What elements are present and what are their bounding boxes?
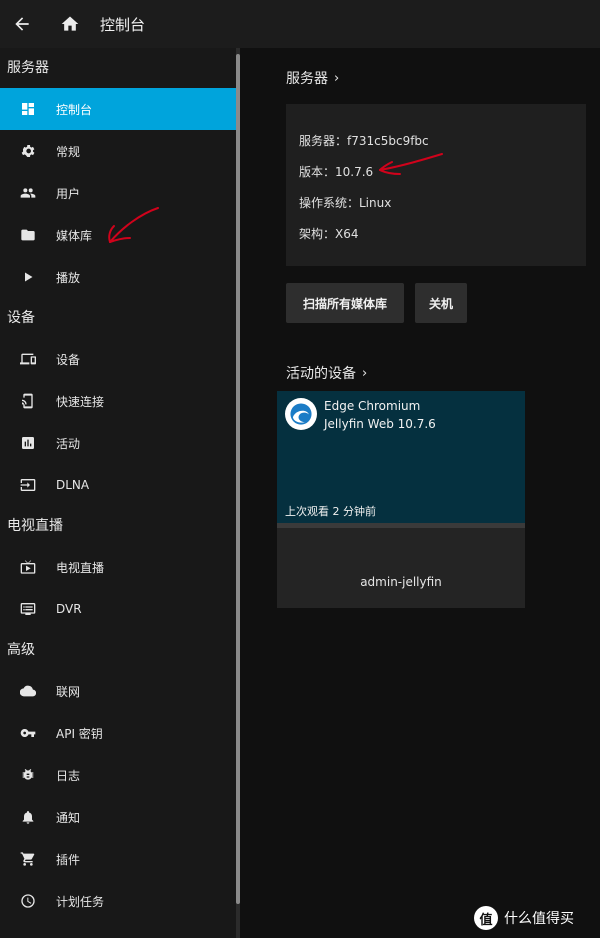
device-app-name: Edge Chromium [324, 399, 421, 413]
gear-icon [20, 143, 36, 159]
active-devices-title: 活动的设备 [286, 366, 356, 382]
main-content: 服务器 › 服务器：f731c5bc9fbc 版本：10.7.6 操作系统：Li… [240, 48, 600, 938]
people-icon [20, 185, 36, 201]
key-icon [20, 725, 36, 741]
sidebar-item-plugins[interactable]: 插件 [0, 838, 236, 880]
sidebar-item-activity[interactable]: 活动 [0, 422, 236, 464]
sidebar-item-general[interactable]: 常规 [0, 130, 236, 172]
device-last-seen: 上次观看 2 分钟前 [285, 505, 376, 518]
home-icon [61, 16, 79, 31]
arrow-left-icon [15, 17, 29, 31]
watermark-logo: 值 [474, 906, 498, 930]
sidebar-item-networking[interactable]: 联网 [0, 670, 236, 712]
sidebar: 服务器 控制台 常规 用户 媒体库 播放 设备 设备 快速连接 活动 DLNA … [0, 48, 236, 938]
sidebar-item-dvr[interactable]: DVR [0, 588, 236, 630]
server-arch: 架构：X64 [299, 227, 359, 241]
bug-icon [20, 767, 36, 783]
sidebar-item-quickconnect[interactable]: 快速连接 [0, 380, 236, 422]
bell-icon [20, 809, 36, 825]
server-version: 版本：10.7.6 [299, 165, 374, 179]
sidebar-item-devices[interactable]: 设备 [0, 338, 236, 380]
sidebar-item-label: 插件 [56, 852, 81, 867]
play-icon [20, 269, 36, 285]
sidebar-item-notifications[interactable]: 通知 [0, 796, 236, 838]
sidebar-item-label: API 密钥 [56, 726, 103, 741]
chevron-right-icon: › [334, 70, 340, 86]
device-card-header: Edge Chromium Jellyfin Web 10.7.6 上次观看 2… [277, 391, 525, 523]
sidebar-item-dlna[interactable]: DLNA [0, 464, 236, 506]
sidebar-item-label: 活动 [56, 436, 81, 451]
device-app-version: Jellyfin Web 10.7.6 [324, 417, 436, 431]
sidebar-item-playback[interactable]: 播放 [0, 256, 236, 298]
sidebar-item-label: 计划任务 [56, 894, 105, 909]
shutdown-button[interactable]: 关机 [415, 283, 467, 323]
sidebar-item-apikeys[interactable]: API 密钥 [0, 712, 236, 754]
edge-browser-icon [285, 398, 317, 430]
sidebar-item-users[interactable]: 用户 [0, 172, 236, 214]
sidebar-item-logs[interactable]: 日志 [0, 754, 236, 796]
cast-icon [20, 393, 36, 409]
server-section-title: 服务器 [286, 71, 328, 87]
sidebar-item-dashboard[interactable]: 控制台 [0, 88, 236, 130]
sidebar-item-label: 常规 [56, 144, 81, 159]
watermark-text: 什么值得买 [504, 911, 574, 927]
live-tv-icon [20, 559, 36, 575]
active-devices-link[interactable]: 活动的设备 › [286, 363, 367, 383]
sidebar-section-advanced: 高级 [7, 642, 35, 658]
scan-all-libraries-button[interactable]: 扫描所有媒体库 [286, 283, 404, 323]
sidebar-item-livetv[interactable]: 电视直播 [0, 546, 236, 588]
sidebar-section-server: 服务器 [7, 60, 49, 76]
sidebar-item-scheduledtasks[interactable]: 计划任务 [0, 880, 236, 922]
sidebar-item-libraries[interactable]: 媒体库 [0, 214, 236, 256]
server-info-card: 服务器：f731c5bc9fbc 版本：10.7.6 操作系统：Linux 架构… [286, 104, 586, 266]
folder-icon [20, 227, 36, 243]
sidebar-item-label: 媒体库 [56, 228, 93, 243]
input-icon [20, 477, 36, 493]
watermark: 值 什么值得买 [474, 906, 574, 930]
device-card[interactable]: Edge Chromium Jellyfin Web 10.7.6 上次观看 2… [277, 391, 525, 608]
app-header: 控制台 [0, 0, 600, 48]
back-button[interactable] [4, 6, 40, 42]
page-title: 控制台 [100, 15, 146, 34]
sidebar-section-livetv: 电视直播 [7, 518, 63, 534]
sidebar-section-devices: 设备 [7, 310, 35, 326]
home-button[interactable] [52, 6, 88, 42]
server-section-link[interactable]: 服务器 › [286, 68, 339, 88]
sidebar-item-label: 快速连接 [56, 394, 105, 409]
device-card-divider [277, 523, 525, 528]
sidebar-item-label: 设备 [56, 352, 81, 367]
devices-icon [20, 351, 36, 367]
chart-icon [20, 435, 36, 451]
cart-icon [20, 851, 36, 867]
chevron-right-icon: › [362, 365, 368, 381]
sidebar-item-label: 控制台 [56, 102, 93, 117]
sidebar-item-label: DVR [56, 602, 82, 616]
sidebar-item-label: 播放 [56, 270, 81, 285]
device-user: admin-jellyfin [360, 575, 442, 589]
sidebar-item-label: 电视直播 [56, 560, 105, 575]
sidebar-item-label: 联网 [56, 684, 81, 699]
sidebar-item-label: 通知 [56, 810, 81, 825]
sidebar-item-label: 日志 [56, 768, 81, 783]
sidebar-item-label: 用户 [56, 186, 81, 201]
sidebar-item-label: DLNA [56, 478, 90, 492]
server-name: 服务器：f731c5bc9fbc [299, 134, 429, 148]
dashboard-icon [20, 101, 36, 117]
clock-icon [20, 893, 36, 909]
server-os: 操作系统：Linux [299, 196, 392, 210]
cloud-icon [20, 683, 36, 699]
dvr-icon [20, 601, 36, 617]
